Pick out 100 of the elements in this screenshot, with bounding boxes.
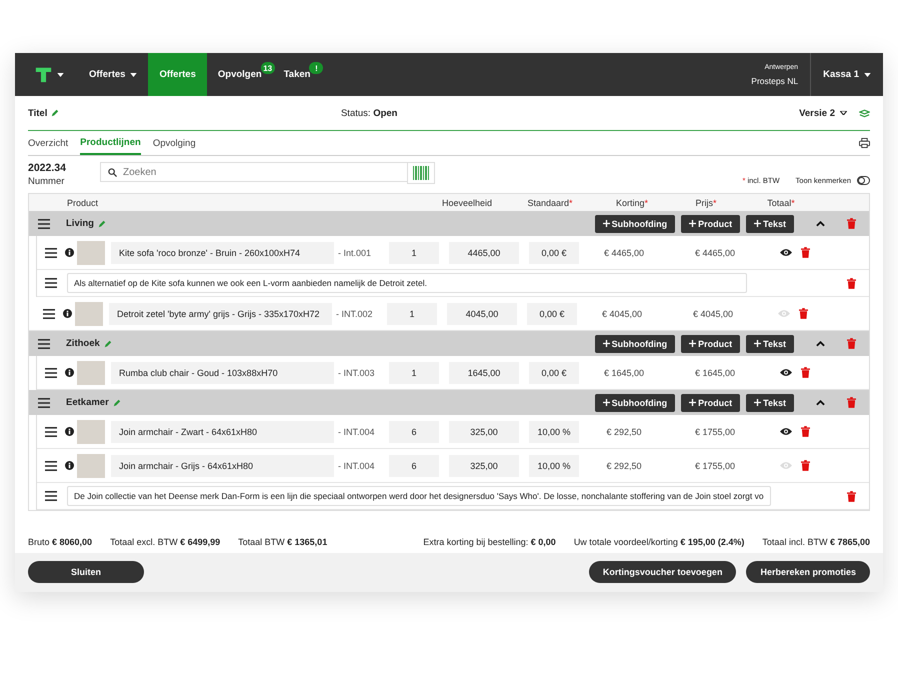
info-icon[interactable] xyxy=(65,461,74,470)
quantity-field[interactable]: 1 xyxy=(387,302,437,324)
tab[interactable]: Overzicht xyxy=(28,131,68,155)
standard-price-field[interactable]: 4045,00 xyxy=(447,302,517,324)
total-cell-text: € 4465,00 xyxy=(694,248,736,258)
product-name-field[interactable]: Detroit zetel 'byte army' grijs - Grijs - 335x170xH72 xyxy=(109,302,332,324)
pencil-icon[interactable] xyxy=(51,109,60,117)
drag-handle-icon[interactable] xyxy=(45,368,57,378)
close-button[interactable]: Sluiten xyxy=(28,561,144,583)
discount-field[interactable]: 10,00 % xyxy=(529,420,579,442)
add-button[interactable]: Tekst xyxy=(746,394,794,412)
info-icon[interactable] xyxy=(65,368,74,377)
trash-icon[interactable] xyxy=(847,278,856,288)
info-icon[interactable] xyxy=(63,309,72,318)
product-name-field[interactable]: Join armchair - Zwart - 64x61xH80 xyxy=(111,420,334,442)
plus-icon xyxy=(689,340,696,347)
caret-down-icon xyxy=(864,72,871,76)
trash-icon[interactable] xyxy=(801,460,810,471)
discount-field[interactable]: 10,00 % xyxy=(529,454,579,476)
company-label: Prosteps NL xyxy=(751,76,798,86)
tab[interactable]: Opvolging xyxy=(152,131,196,155)
add-button[interactable]: Subhoofding xyxy=(594,334,676,352)
quantity-field[interactable]: 6 xyxy=(389,420,439,442)
discount-field[interactable]: 0,00 € xyxy=(529,242,579,264)
column-header: Hoeveelheid xyxy=(440,198,494,208)
standard-price-field[interactable]: 1645,00 xyxy=(449,362,519,384)
total-summary: Totaal excl. BTW € 6499,99 xyxy=(110,537,220,547)
trash-icon[interactable] xyxy=(801,247,810,258)
standard-price-field[interactable]: 325,00 xyxy=(449,454,519,476)
column-header: Product xyxy=(67,198,100,208)
product-code: - INT.002 xyxy=(335,308,374,318)
chevron-up-icon[interactable] xyxy=(816,400,825,406)
add-button[interactable]: Tekst xyxy=(746,214,794,232)
text-line-field[interactable]: Als alternatief op de Kite sofa kunnen we ook een L-vorm aanbieden namelijk de Detroit zetel. xyxy=(67,273,747,293)
chevron-up-icon[interactable] xyxy=(816,340,825,346)
action-button[interactable]: Herbereken promoties xyxy=(746,561,870,583)
barcode-icon xyxy=(413,166,429,180)
drag-handle-icon[interactable] xyxy=(45,248,57,258)
quantity-field[interactable]: 6 xyxy=(389,454,439,476)
text-line-field[interactable]: De Join collectie van het Deense merk Dan-Form is een lijn die speciaal ontworpen werd door het designersduo 'Says Who'. De losse, nonchalante stoffering van de Join stoel zorgt vo xyxy=(67,486,771,506)
quote-number: 2022.34 xyxy=(28,162,67,174)
barcode-scan-button[interactable] xyxy=(407,162,435,184)
print-icon[interactable] xyxy=(859,138,870,148)
drag-handle-icon[interactable] xyxy=(38,338,50,348)
standard-price-field[interactable]: 4465,00 xyxy=(449,242,519,264)
add-button[interactable]: Product xyxy=(681,394,740,412)
tab[interactable]: Productlijnen xyxy=(80,131,141,155)
eye-icon[interactable] xyxy=(780,368,792,377)
product-name-field[interactable]: Kite sofa 'roco bronze' - Bruin - 260x100xH74 xyxy=(111,242,334,264)
photo-placeholder xyxy=(75,302,103,326)
drag-handle-icon[interactable] xyxy=(45,491,57,501)
trash-icon[interactable] xyxy=(847,218,856,229)
nav-menu-item[interactable]: Offertes xyxy=(148,53,207,96)
trash-icon[interactable] xyxy=(847,397,856,408)
total-cell-text: € 1755,00 xyxy=(694,460,736,470)
eye-icon[interactable] xyxy=(780,248,792,257)
count-badge: ! xyxy=(309,62,324,74)
caret-down-icon[interactable] xyxy=(57,72,64,76)
caret-down-icon xyxy=(130,72,138,76)
add-button[interactable]: Tekst xyxy=(746,334,794,352)
drag-handle-icon[interactable] xyxy=(38,398,50,408)
toggle-switch[interactable] xyxy=(857,176,870,185)
quantity-field[interactable]: 1 xyxy=(389,362,439,384)
photo-placeholder xyxy=(77,360,105,384)
trash-icon[interactable] xyxy=(799,308,808,319)
chevron-up-icon[interactable] xyxy=(816,220,825,226)
add-button[interactable]: Product xyxy=(681,214,740,232)
add-button[interactable]: Product xyxy=(681,334,740,352)
register-dropdown[interactable]: Kassa 1 xyxy=(811,53,883,96)
drag-handle-icon[interactable] xyxy=(43,308,55,318)
add-button[interactable]: Subhoofding xyxy=(594,394,676,412)
drag-handle-icon[interactable] xyxy=(45,278,57,288)
quantity-field[interactable]: 1 xyxy=(389,242,439,264)
trash-icon[interactable] xyxy=(801,426,810,437)
plus-icon xyxy=(602,399,610,406)
info-icon[interactable] xyxy=(65,248,74,257)
plus-icon xyxy=(754,220,762,227)
logo-icon[interactable] xyxy=(35,66,52,83)
trash-icon[interactable] xyxy=(847,338,856,349)
column-header: Korting* xyxy=(614,198,650,208)
trash-icon[interactable] xyxy=(847,490,856,502)
standard-price-field[interactable]: 325,00 xyxy=(449,420,519,442)
discount-field[interactable]: 0,00 € xyxy=(527,302,577,324)
eye-icon[interactable] xyxy=(780,427,792,436)
action-button[interactable]: Kortingsvoucher toevoegen xyxy=(588,561,736,583)
drag-handle-icon[interactable] xyxy=(45,460,57,470)
search-field[interactable]: Zoeken xyxy=(100,162,408,182)
add-button[interactable]: Subhoofding xyxy=(594,214,676,232)
trash-icon[interactable] xyxy=(801,367,810,378)
plus-icon xyxy=(602,340,610,347)
product-name-field[interactable]: Rumba club chair - Goud - 103x88xH70 xyxy=(111,362,334,384)
discount-field[interactable]: 0,00 € xyxy=(529,362,579,384)
version-dropdown[interactable]: Versie 2 xyxy=(799,108,847,118)
drag-handle-icon[interactable] xyxy=(45,426,57,436)
product-name-field[interactable]: Join armchair - Grijs - 64x61xH80 xyxy=(111,454,334,476)
drag-handle-icon[interactable] xyxy=(38,218,50,228)
nav-menu-item[interactable]: Offertes xyxy=(78,53,148,96)
nav-menu-item[interactable]: Taken ! xyxy=(272,53,322,96)
layers-icon[interactable] xyxy=(859,108,870,118)
info-icon[interactable] xyxy=(65,427,74,436)
